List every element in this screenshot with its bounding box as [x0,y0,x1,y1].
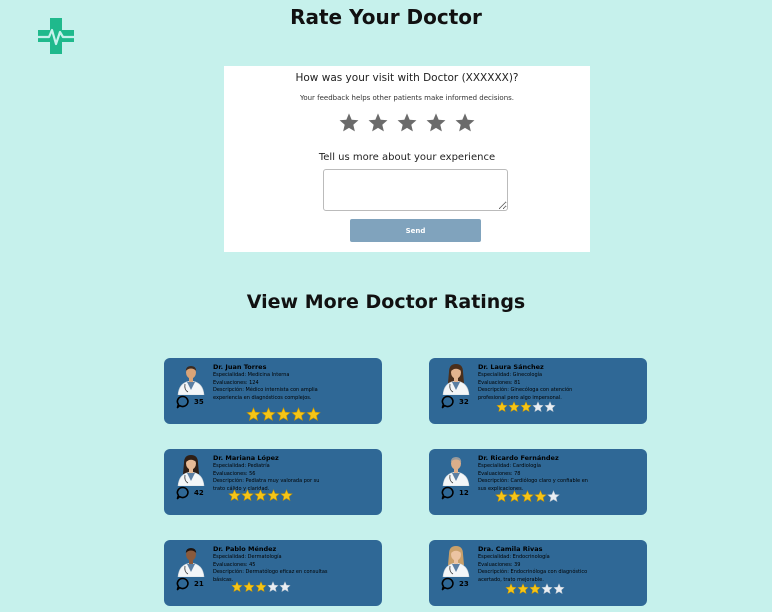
comment-bubble-icon [176,486,189,500]
comment-bubble-icon [176,395,189,409]
star-filled-icon [276,407,291,421]
rating-subtitle: Your feedback helps other patients make … [299,94,515,102]
doctor-description: Descripción: Ginecóloga con atención pro… [478,387,573,401]
doctor-specialty: Especialidad: Endocrinología [478,554,550,560]
doctor-name: Dr. Laura Sánchez [478,363,544,371]
doctor-name: Dr. Ricardo Fernández [478,454,559,462]
star-icon[interactable] [396,112,418,134]
doctor-star-rating [246,407,321,422]
star-filled-icon [280,489,293,502]
star-empty-icon [279,581,291,593]
doctor-evaluations: Evaluaciones: 124 [213,379,259,386]
comment-count: 32 [459,398,469,406]
comment-bubble-icon [441,486,454,500]
star-filled-icon [520,401,532,413]
doctor-avatar [177,455,205,486]
send-button[interactable]: Send [350,219,481,242]
comment-count: 21 [194,580,204,588]
feedback-textarea[interactable] [323,169,508,211]
doctor-description: Descripción: Endocrinóloga con diagnósti… [478,569,588,583]
star-empty-icon [532,401,544,413]
doctor-card[interactable]: Dr. Ricardo Fernández Especialidad: Cardi… [429,449,647,515]
doctor-card[interactable]: Dr. Pablo Méndez Especialidad: Dermatolog… [164,540,382,606]
ratings-section-title: View More Doctor Ratings [246,291,526,313]
rating-form-card: How was your visit with Doctor (XXXXXX)?… [224,66,590,252]
star-empty-icon [544,401,556,413]
doctor-avatar [177,366,205,395]
doctor-evaluations: Evaluaciones: 39 [478,561,521,568]
doctor-evaluations: Evaluaciones: 81 [478,379,521,386]
doctor-card[interactable]: Dra. Camila Rivas Especialidad: Endocrino… [429,540,647,606]
star-empty-icon [541,583,553,595]
doctor-star-rating [505,583,565,595]
star-filled-icon [306,407,321,421]
doctor-star-rating [228,489,293,502]
star-filled-icon [517,583,529,595]
doctor-card[interactable]: Dr. Laura Sánchez Especialidad: Ginecolog… [429,358,647,424]
star-filled-icon [505,583,517,595]
doctor-specialty: Especialidad: Cardiología [478,463,541,469]
star-empty-icon [547,490,560,503]
doctor-specialty: Especialidad: Medicina Interna [213,372,290,378]
doctor-name: Dra. Camila Rivas [478,545,543,553]
doctor-avatar [442,546,470,577]
comment-bubble-icon [176,577,189,591]
star-filled-icon [261,407,276,421]
star-rating-input [224,112,590,134]
doctor-specialty: Especialidad: Dermatología [213,554,282,560]
star-filled-icon [534,490,547,503]
doctor-star-rating [495,490,560,503]
star-filled-icon [521,490,534,503]
doctor-avatar [177,548,205,577]
doctor-card[interactable]: Dr. Juan Torres Especialidad: Medicina In… [164,358,382,424]
feedback-label: Tell us more about your experience [318,152,496,163]
comment-count: 42 [194,489,204,497]
star-filled-icon [496,401,508,413]
star-empty-icon [553,583,565,595]
star-filled-icon [508,401,520,413]
star-filled-icon [529,583,541,595]
doctor-avatar [442,364,470,395]
star-filled-icon [241,489,254,502]
star-icon[interactable] [367,112,389,134]
doctor-name: Dr. Juan Torres [213,363,267,371]
doctor-specialty: Especialidad: Pediatría [213,463,270,469]
doctor-evaluations: Evaluaciones: 45 [213,561,256,568]
star-filled-icon [255,581,267,593]
doctor-name: Dr. Mariana López [213,454,279,462]
doctor-description: Descripción: Médico internista con ampli… [213,387,318,401]
comment-count: 35 [194,398,204,406]
star-empty-icon [267,581,279,593]
star-filled-icon [508,490,521,503]
rating-question: How was your visit with Doctor (XXXXXX)? [295,72,519,84]
comment-bubble-icon [441,395,454,409]
star-filled-icon [495,490,508,503]
star-icon[interactable] [454,112,476,134]
comment-bubble-icon [441,577,454,591]
star-icon[interactable] [425,112,447,134]
doctor-evaluations: Evaluaciones: 56 [213,470,256,477]
star-filled-icon [267,489,280,502]
comment-count: 23 [459,580,469,588]
star-icon[interactable] [338,112,360,134]
doctor-star-rating [231,581,291,593]
star-filled-icon [254,489,267,502]
star-filled-icon [228,489,241,502]
star-filled-icon [291,407,306,421]
doctor-star-rating [496,401,556,413]
doctor-card[interactable]: Dr. Mariana López Especialidad: Pediatría… [164,449,382,515]
star-filled-icon [246,407,261,421]
page-title: Rate Your Doctor [290,5,482,29]
doctor-specialty: Especialidad: Ginecología [478,372,543,378]
doctor-evaluations: Evaluaciones: 78 [478,470,521,477]
doctor-avatar [442,457,470,486]
star-filled-icon [231,581,243,593]
star-filled-icon [243,581,255,593]
comment-count: 12 [459,489,469,497]
doctor-name: Dr. Pablo Méndez [213,545,277,553]
